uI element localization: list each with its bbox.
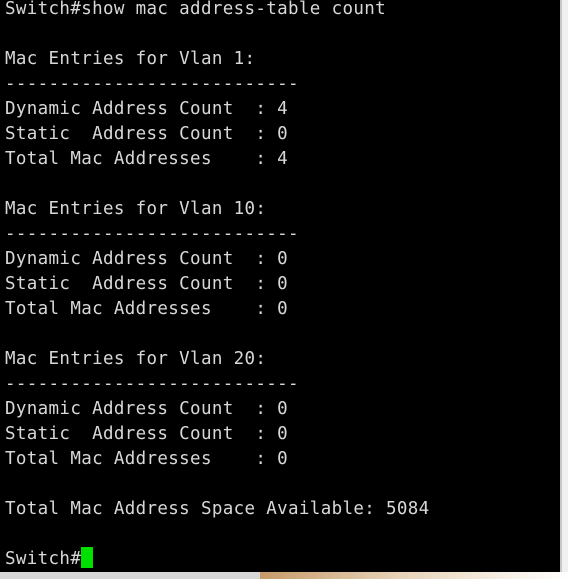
background-strip [0, 572, 568, 579]
terminal-line-vlan10-static: Static Address Count : 0 [5, 274, 289, 294]
terminal-prompt: Switch# [5, 549, 82, 569]
terminal-line-vlan20-heading: Mac Entries for Vlan 20: [5, 349, 267, 369]
terminal-line-vlan10-heading: Mac Entries for Vlan 10: [5, 199, 267, 219]
terminal-line-vlan10-total: Total Mac Addresses : 0 [5, 299, 289, 319]
terminal-line-separator: --------------------------- [5, 374, 299, 394]
terminal-line-separator: --------------------------- [5, 74, 299, 94]
terminal-output: Switch#show mac address-table count Mac … [5, 0, 430, 572]
terminal-window[interactable]: Switch#show mac address-table count Mac … [0, 0, 562, 572]
text-cursor [81, 547, 94, 568]
terminal-line-space-available: Total Mac Address Space Available: 5084 [5, 499, 430, 519]
terminal-line-vlan1-dynamic: Dynamic Address Count : 4 [5, 99, 289, 119]
terminal-line-command: Switch#show mac address-table count [5, 0, 387, 19]
terminal-line-separator: --------------------------- [5, 224, 299, 244]
terminal-prompt-line[interactable]: Switch# [5, 547, 430, 572]
terminal-line-vlan20-total: Total Mac Addresses : 0 [5, 449, 289, 469]
terminal-line-vlan20-static: Static Address Count : 0 [5, 424, 289, 444]
terminal-line-vlan1-static: Static Address Count : 0 [5, 124, 289, 144]
terminal-line-vlan1-total: Total Mac Addresses : 4 [5, 149, 289, 169]
terminal-line-vlan10-dynamic: Dynamic Address Count : 0 [5, 249, 289, 269]
terminal-line-vlan20-dynamic: Dynamic Address Count : 0 [5, 399, 289, 419]
terminal-line-vlan1-heading: Mac Entries for Vlan 1: [5, 49, 256, 69]
window-edge [562, 0, 568, 572]
